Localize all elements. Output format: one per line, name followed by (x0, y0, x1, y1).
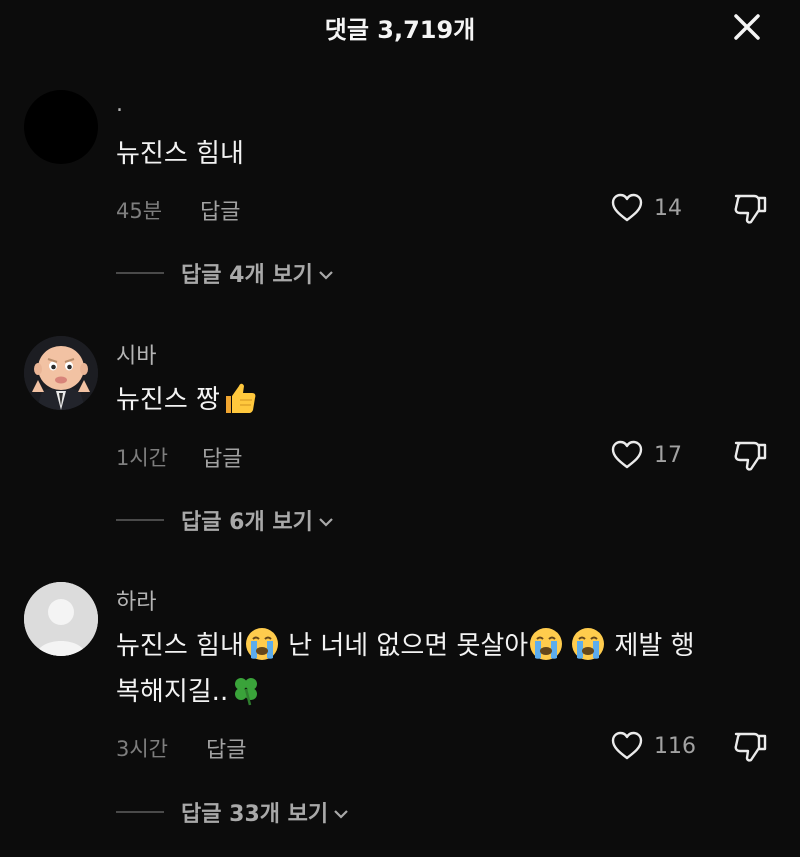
crying-face-emoji-icon (572, 627, 605, 660)
view-replies-button[interactable]: 답글 6개 보기 (116, 505, 335, 535)
avatar[interactable] (24, 582, 98, 656)
view-replies-label: 답글 33개 보기 (181, 802, 329, 827)
view-replies-button[interactable]: 답글 33개 보기 (116, 797, 350, 827)
close-icon[interactable] (730, 10, 764, 44)
comment-text-row: 복해지길.. (116, 670, 776, 714)
comment-text: 난 너네 없으면 못살아 (279, 631, 529, 661)
like-count: 14 (654, 196, 682, 221)
view-replies-button[interactable]: 답글 4개 보기 (116, 258, 335, 288)
chevron-down-icon (319, 518, 333, 527)
avatar[interactable] (24, 90, 98, 164)
baby-avatar-image (24, 336, 98, 410)
comments-header: 댓글 3,719개 (0, 0, 800, 52)
heart-icon[interactable] (610, 729, 644, 763)
divider-line (116, 272, 164, 274)
heart-icon[interactable] (610, 438, 644, 472)
comment-text-row: 뉴진스 짱 (116, 378, 776, 422)
comment-text: 뉴진스 짱 (116, 385, 220, 415)
comment-text: 복해지길.. (116, 677, 229, 707)
thumbs-down-icon[interactable] (732, 728, 768, 764)
default-avatar-image (24, 582, 98, 656)
divider-line (116, 519, 164, 521)
four-leaf-clover-emoji-icon (235, 677, 258, 705)
comment-username[interactable]: 하라 (116, 584, 156, 616)
reply-button[interactable]: 답글 (202, 441, 242, 473)
heart-icon[interactable] (610, 191, 644, 225)
divider-line (116, 811, 164, 813)
crying-face-emoji-icon (245, 627, 278, 660)
thumbs-down-icon[interactable] (732, 437, 768, 473)
comment-time: 1시간 (116, 446, 169, 470)
view-replies-label: 답글 4개 보기 (181, 263, 313, 288)
reply-button[interactable]: 답글 (200, 194, 240, 226)
comment-text: 뉴진스 힘내 (116, 631, 244, 661)
comment-text-row: 뉴진스 힘내 난 너네 없으면 못살아 제발 행 (116, 624, 776, 668)
comment-time: 3시간 (116, 737, 169, 761)
comment-time: 45분 (116, 199, 163, 223)
like-count: 116 (654, 734, 696, 759)
crying-face-emoji-icon (530, 627, 563, 660)
comment-text: 뉴진스 힘내 (116, 139, 244, 169)
thumbs-down-icon[interactable] (732, 190, 768, 226)
like-count: 17 (654, 443, 682, 468)
thumbs-up-emoji-icon (225, 383, 256, 413)
comment-username[interactable]: . (116, 92, 123, 117)
chevron-down-icon (334, 810, 348, 819)
comment-text: 제발 행 (606, 631, 695, 661)
comments-count-title: 댓글 3,719개 (324, 16, 476, 44)
avatar[interactable] (24, 336, 98, 410)
reply-button[interactable]: 답글 (206, 732, 246, 764)
comment-username[interactable]: 시바 (116, 338, 156, 370)
chevron-down-icon (319, 271, 333, 280)
view-replies-label: 답글 6개 보기 (181, 510, 313, 535)
